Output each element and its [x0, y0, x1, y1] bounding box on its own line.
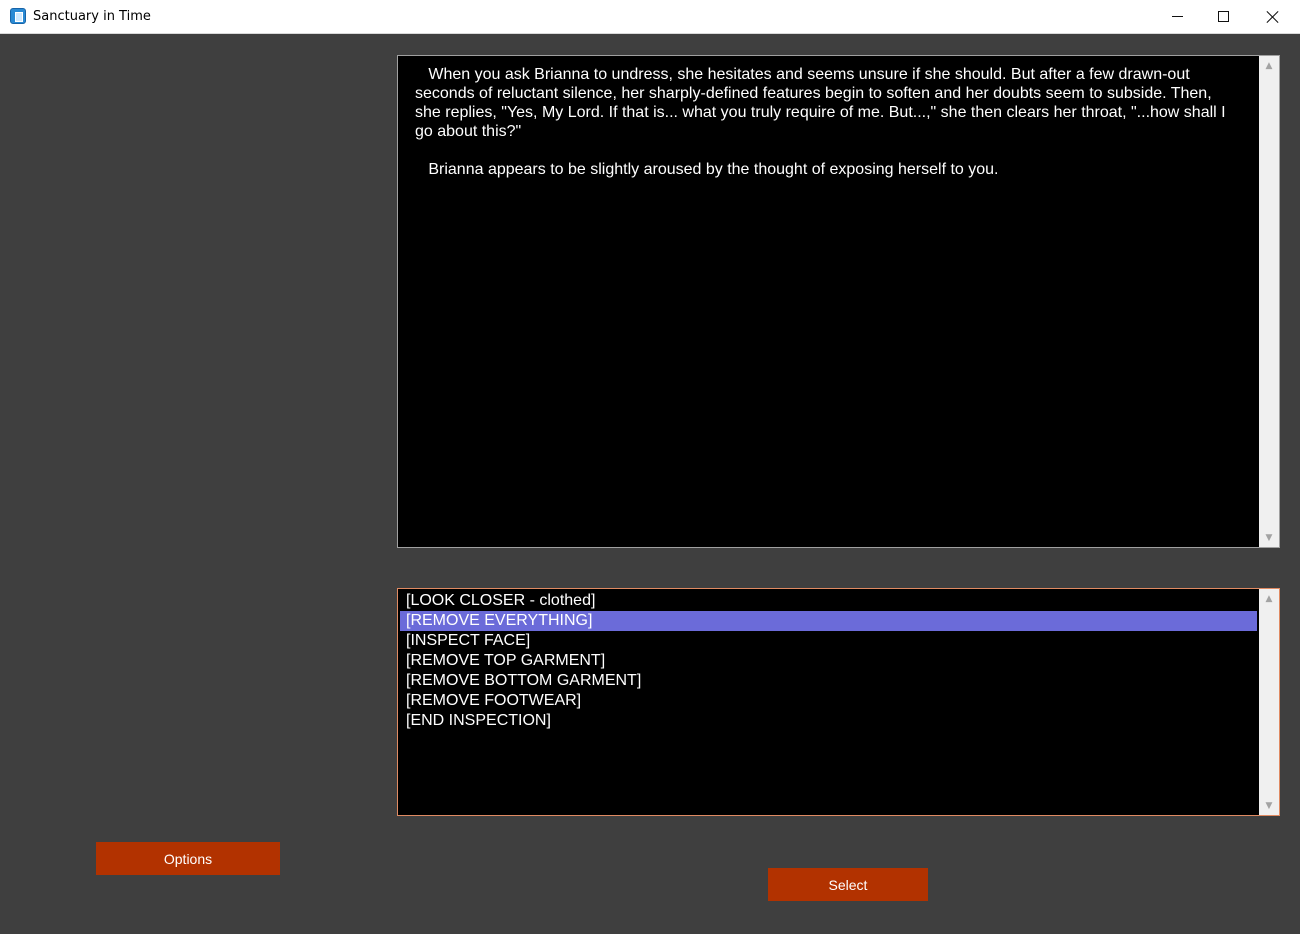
minimize-icon: [1171, 16, 1183, 17]
minimize-button[interactable]: [1154, 0, 1200, 33]
story-text: When you ask Brianna to undress, she hes…: [415, 66, 1226, 178]
choice-item[interactable]: [LOOK CLOSER - clothed]: [400, 591, 1257, 611]
scroll-up-icon[interactable]: ▲: [1259, 57, 1279, 74]
choice-item[interactable]: [REMOVE EVERYTHING]: [400, 611, 1257, 631]
choice-item[interactable]: [REMOVE TOP GARMENT]: [400, 651, 1257, 671]
choice-list-box[interactable]: [LOOK CLOSER - clothed] [REMOVE EVERYTHI…: [397, 588, 1280, 816]
choice-item[interactable]: [END INSPECTION]: [400, 711, 1257, 731]
close-icon: [1267, 11, 1279, 23]
close-button[interactable]: [1250, 0, 1296, 33]
story-text-panel[interactable]: When you ask Brianna to undress, she hes…: [397, 55, 1280, 548]
choice-scrollbar[interactable]: ▲ ▼: [1259, 589, 1279, 815]
options-button[interactable]: Options: [96, 842, 280, 875]
select-button[interactable]: Select: [768, 868, 928, 901]
choice-list: [LOOK CLOSER - clothed] [REMOVE EVERYTHI…: [400, 591, 1257, 731]
choice-item[interactable]: [REMOVE FOOTWEAR]: [400, 691, 1257, 711]
scroll-down-icon[interactable]: ▼: [1259, 797, 1279, 814]
story-scrollbar[interactable]: ▲ ▼: [1259, 56, 1279, 547]
choice-item[interactable]: [INSPECT FACE]: [400, 631, 1257, 651]
window-title: Sanctuary in Time: [33, 9, 151, 24]
choice-item[interactable]: [REMOVE BOTTOM GARMENT]: [400, 671, 1257, 691]
maximize-icon: [1217, 11, 1229, 22]
app-icon: [10, 8, 26, 24]
title-bar: Sanctuary in Time: [0, 0, 1300, 34]
maximize-button[interactable]: [1200, 0, 1246, 33]
scroll-up-icon[interactable]: ▲: [1259, 590, 1279, 607]
scroll-down-icon[interactable]: ▼: [1259, 529, 1279, 546]
